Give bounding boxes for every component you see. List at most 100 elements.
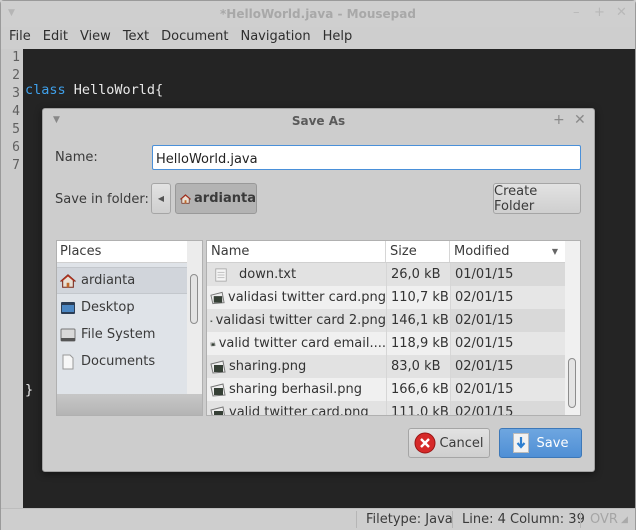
dialog-maximize-button[interactable]: + — [553, 112, 565, 128]
save-in-folder-label: Save in folder: — [55, 192, 149, 207]
line-number: 6 — [12, 140, 20, 155]
code-line-1: class HelloWorld{ — [25, 81, 399, 99]
filetype-status[interactable]: Filetype: Java — [366, 512, 453, 527]
cursor-position-status: Line: 4 Column: 39 — [462, 512, 585, 527]
filename-input[interactable] — [152, 145, 581, 170]
line-number: 3 — [12, 86, 20, 101]
file-name: valid twitter card email.... — [218, 336, 386, 351]
resize-grip-icon[interactable]: ◢ — [621, 515, 628, 525]
image-file-icon — [210, 341, 216, 346]
current-folder-label: ardianta — [194, 191, 256, 206]
line-number: 2 — [12, 68, 20, 83]
minimize-button[interactable]: – — [573, 5, 580, 20]
menu-text[interactable]: Text — [117, 27, 155, 49]
file-name: validasi twitter card 2.png — [215, 313, 386, 328]
line-number: 1 — [12, 50, 20, 65]
menu-document[interactable]: Document — [155, 27, 234, 49]
menu-file[interactable]: File — [3, 27, 37, 49]
places-item-file-system[interactable]: File System — [57, 321, 188, 348]
places-item-label: File System — [81, 327, 156, 342]
menu-navigation[interactable]: Navigation — [234, 27, 316, 49]
save-icon — [512, 433, 529, 453]
image-file-icon — [210, 359, 226, 374]
file-rows: down.txt 26,0 kB 01/01/15 validasi twitt… — [207, 263, 566, 416]
home-icon — [60, 273, 76, 288]
drive-icon — [60, 328, 76, 341]
places-item-documents[interactable]: Documents — [57, 348, 188, 375]
menu-edit[interactable]: Edit — [37, 27, 74, 49]
file-modified: 02/01/15 — [450, 401, 566, 415]
status-separator — [452, 511, 453, 528]
places-header[interactable]: Places — [57, 241, 188, 263]
file-row[interactable]: valid twitter card.png 111,0 kB 02/01/15 — [207, 401, 566, 416]
places-item-desktop[interactable]: Desktop — [57, 294, 188, 321]
image-file-icon — [210, 405, 226, 415]
places-panel: Places ardianta Desktop File System Docu… — [56, 240, 203, 416]
save-label: Save — [536, 435, 569, 451]
close-button[interactable]: ✕ — [616, 5, 627, 20]
line-number: 4 — [12, 104, 20, 119]
left-arrow-icon: ◀ — [157, 194, 165, 203]
line-number: 7 — [12, 158, 20, 173]
file-row[interactable]: validasi twitter card.png 110,7 kB 02/01… — [207, 286, 566, 309]
file-name: validasi twitter card.png — [228, 290, 386, 305]
file-size: 146,1 kB — [386, 309, 450, 332]
file-name: down.txt — [239, 267, 297, 282]
column-header-modified[interactable]: Modified ▼ — [450, 241, 566, 262]
title-bar: ▼ *HelloWorld.java - Mousepad – + ✕ — [1, 1, 635, 27]
code-text-span: HelloWorld{ — [65, 82, 164, 98]
keyword: class — [25, 82, 66, 98]
places-list: ardianta Desktop File System Documents — [57, 263, 188, 394]
window-title: *HelloWorld.java - Mousepad — [220, 7, 416, 21]
menu-help[interactable]: Help — [317, 27, 359, 49]
image-file-icon — [210, 291, 225, 304]
save-button[interactable]: Save — [499, 428, 582, 458]
file-modified: 02/01/15 — [450, 378, 566, 401]
dialog-close-button[interactable]: ✕ — [574, 112, 586, 128]
desktop-icon — [61, 301, 75, 314]
places-scrollbar-thumb[interactable] — [190, 274, 198, 324]
places-item-label: Documents — [81, 354, 156, 369]
cancel-label: Cancel — [439, 435, 484, 451]
document-icon — [62, 354, 74, 369]
path-folder-button[interactable]: ardianta — [175, 183, 257, 214]
status-bar: Filetype: Java Line: 4 Column: 39 OVR ◢ — [1, 508, 635, 530]
name-label: Name: — [55, 150, 98, 165]
status-separator — [356, 511, 357, 528]
text-file-icon — [215, 267, 227, 282]
file-row[interactable]: validasi twitter card 2.png 146,1 kB 02/… — [207, 309, 566, 332]
line-number-gutter: 1 2 3 4 5 6 7 — [1, 49, 23, 508]
file-name: valid twitter card.png — [229, 405, 369, 416]
image-file-icon — [210, 382, 226, 397]
places-item-home[interactable]: ardianta — [57, 267, 188, 294]
save-as-dialog: ▼ Save As + ✕ Name: Save in folder: ◀ ar… — [42, 108, 595, 472]
file-modified: 02/01/15 — [450, 309, 566, 332]
places-toolbar — [57, 394, 202, 415]
file-row[interactable]: sharing berhasil.png 166,6 kB 02/01/15 — [207, 378, 566, 401]
file-name: sharing.png — [229, 359, 307, 374]
line-number: 5 — [12, 122, 20, 137]
maximize-button[interactable]: + — [594, 5, 605, 20]
file-list-scrollbar-thumb[interactable] — [568, 358, 576, 408]
cancel-button[interactable]: Cancel — [408, 428, 490, 458]
file-row[interactable]: sharing.png 83,0 kB 02/01/15 — [207, 355, 566, 378]
file-size: 118,9 kB — [386, 332, 450, 355]
file-row[interactable]: valid twitter card email.... 118,9 kB 02… — [207, 332, 566, 355]
file-modified: 02/01/15 — [450, 332, 566, 355]
file-size: 83,0 kB — [386, 355, 450, 378]
file-list-panel: Name Size Modified ▼ down.txt 26,0 kB 01… — [206, 240, 581, 416]
column-header-name[interactable]: Name — [207, 241, 386, 262]
path-back-button[interactable]: ◀ — [151, 183, 171, 214]
home-icon — [180, 193, 192, 204]
file-list-scrollbar[interactable] — [565, 241, 580, 415]
image-file-icon — [210, 319, 213, 322]
menu-view[interactable]: View — [74, 27, 117, 49]
column-header-size[interactable]: Size — [386, 241, 450, 262]
dialog-title-bar: ▼ Save As + ✕ — [43, 109, 594, 133]
places-item-label: Desktop — [81, 300, 135, 315]
file-row[interactable]: down.txt 26,0 kB 01/01/15 — [207, 263, 566, 286]
places-scrollbar[interactable] — [187, 241, 202, 394]
create-folder-button[interactable]: Create Folder — [493, 183, 581, 214]
file-list-header: Name Size Modified ▼ — [207, 241, 566, 263]
places-item-label: ardianta — [81, 273, 136, 288]
